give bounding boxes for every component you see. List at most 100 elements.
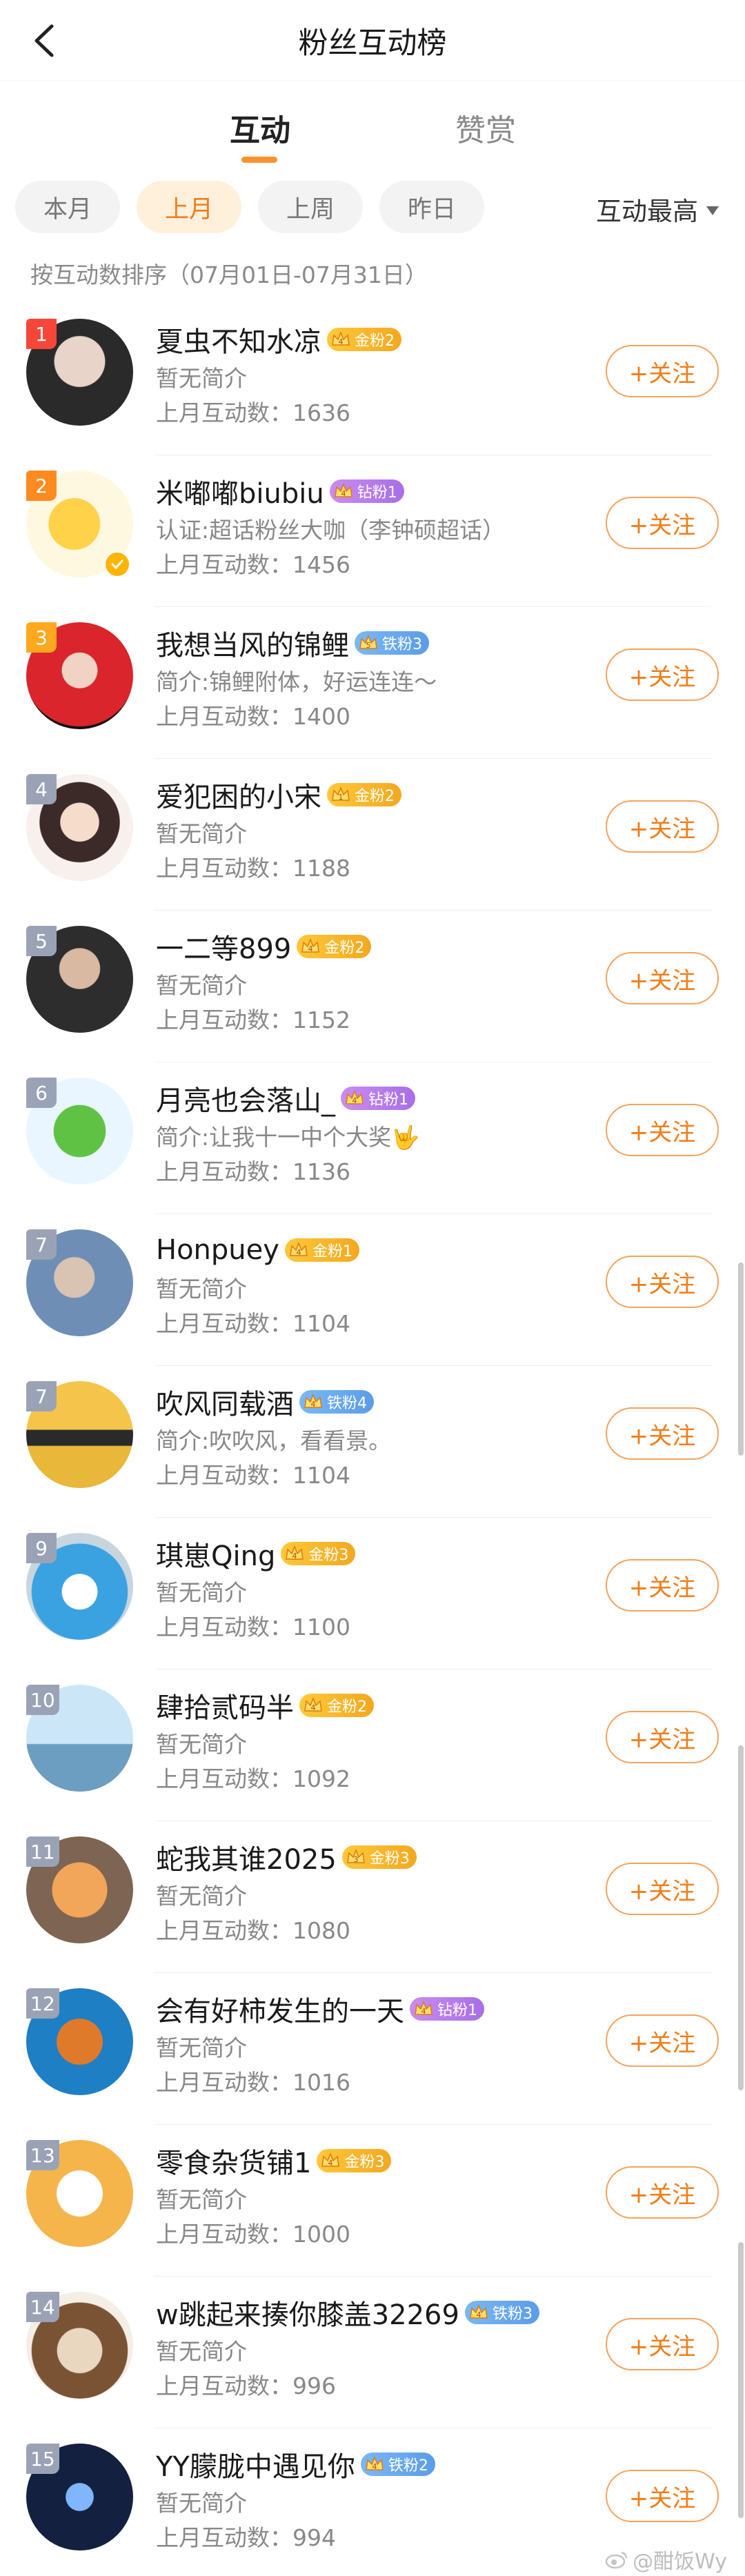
fan-badge-label: 金粉2	[355, 788, 395, 805]
user-name[interactable]: w跳起来揍你膝盖32269	[156, 2292, 459, 2332]
user-intro: 暂无简介	[156, 820, 247, 847]
list-item[interactable]: 13 零食杂货铺1 4 金粉3 暂无简介 上月互动数：1000 +关注	[0, 2125, 745, 2277]
fan-badge-label: 铁粉2	[388, 2457, 428, 2475]
follow-button[interactable]: +关注	[606, 648, 719, 701]
follow-button[interactable]: +关注	[606, 1256, 719, 1308]
user-info: 爱犯困的小宋 1 金粉2 暂无简介 上月互动数：1188	[156, 774, 597, 886]
user-info: w跳起来揍你膝盖32269 4 铁粉3 暂无简介 上月互动数：996	[156, 2292, 597, 2404]
rank-badge: 10	[26, 1685, 59, 1715]
interaction-count: 上月互动数：1104	[156, 1310, 350, 1337]
follow-button[interactable]: +关注	[606, 1104, 719, 1156]
user-name[interactable]: 米嘟嘟biubiu	[156, 471, 324, 511]
list-item[interactable]: 7 Honpuey 4 金粉1 暂无简介 上月互动数：1104 +关注	[0, 1214, 745, 1366]
follow-button[interactable]: +关注	[606, 2318, 719, 2370]
svg-text:4: 4	[339, 337, 344, 346]
list-item[interactable]: 11 蛇我其谁2025 3 金粉3 暂无简介 上月互动数：1080 +关注	[0, 1821, 745, 1973]
follow-button[interactable]: +关注	[606, 800, 719, 853]
name-line: 吹风同载酒 4 铁粉4	[156, 1381, 597, 1423]
follow-button[interactable]: +关注	[606, 1863, 719, 1915]
name-line: 会有好柿发生的一天 4 钻粉1	[156, 1988, 597, 2030]
top-bar: 粉丝互动榜	[0, 0, 745, 81]
follow-button[interactable]: +关注	[606, 2470, 719, 2522]
follow-button[interactable]: +关注	[606, 2166, 719, 2219]
filter-last-week[interactable]: 上周	[258, 181, 363, 233]
follow-button[interactable]: +关注	[606, 1559, 719, 1612]
list-item[interactable]: 10 肆拾贰码半 4 金粉2 暂无简介 上月互动数：1092 +关注	[0, 1670, 745, 1821]
user-info: 米嘟嘟biubiu 4 钻粉1 认证:超话粉丝大咖（李钟硕超话） 上月互动数：1…	[156, 470, 597, 582]
user-intro: 暂无简介	[156, 2186, 247, 2213]
fan-badge-label: 铁粉3	[492, 2306, 533, 2323]
list-item[interactable]: 3 我想当风的锦鲤 5 铁粉3 简介:锦鲤附体，好运连连～ 上月互动数：1400…	[0, 607, 745, 759]
follow-button[interactable]: +关注	[606, 497, 719, 549]
user-name[interactable]: Honpuey	[156, 1234, 279, 1266]
user-name[interactable]: 肆拾贰码半	[156, 1685, 294, 1725]
sort-dropdown[interactable]: 互动最高	[596, 190, 719, 228]
rank-badge: 6	[26, 1078, 57, 1108]
list-item[interactable]: 6 月亮也会落山_ 4 钻粉1 简介:让我十一中个大奖🤟 上月互动数：1136 …	[0, 1062, 745, 1214]
list-item[interactable]: 14 w跳起来揍你膝盖32269 4 铁粉3 暂无简介 上月互动数：996 +关…	[0, 2277, 745, 2428]
list-item[interactable]: 2 米嘟嘟biubiu 4 钻粉1 认证:超话粉丝大咖（李钟硕超话） 上月互动数…	[0, 455, 745, 607]
interaction-count: 上月互动数：1092	[156, 1765, 350, 1792]
crown-icon: 4	[415, 2000, 433, 2016]
user-info: 琪崽Qing 4 金粉3 暂无简介 上月互动数：1100	[156, 1533, 597, 1645]
user-info: 月亮也会落山_ 4 钻粉1 简介:让我十一中个大奖🤟 上月互动数：1136	[156, 1078, 597, 1189]
user-name[interactable]: 吹风同载酒	[156, 1382, 294, 1422]
fan-badge-label: 铁粉4	[327, 1395, 367, 1412]
name-line: 米嘟嘟biubiu 4 钻粉1	[156, 470, 597, 512]
fan-badge: 3 金粉3	[341, 1845, 417, 1869]
filter-this-month[interactable]: 本月	[15, 181, 120, 233]
rank-badge: 14	[26, 2292, 59, 2322]
filter-yesterday[interactable]: 昨日	[379, 181, 484, 233]
follow-button[interactable]: +关注	[606, 1407, 719, 1460]
scrollbar[interactable]	[738, 1262, 744, 1456]
fan-badge: 4 金粉2	[299, 1694, 374, 1717]
follow-button[interactable]: +关注	[606, 345, 719, 397]
fan-badge: 4 金粉3	[281, 1542, 356, 1565]
user-name[interactable]: 月亮也会落山_	[156, 1078, 335, 1118]
name-line: 肆拾贰码半 4 金粉2	[156, 1685, 597, 1726]
back-button[interactable]	[21, 17, 69, 65]
fan-badge: 5 铁粉3	[355, 631, 429, 655]
follow-button[interactable]: +关注	[606, 2014, 719, 2067]
fan-ranking-list: 1 夏虫不知水凉 4 金粉2 暂无简介 上月互动数：1636 +关注 2 米嘟嘟…	[0, 304, 745, 2576]
user-intro: 简介:锦鲤附体，好运连连～	[156, 668, 437, 695]
list-item[interactable]: 9 琪崽Qing 4 金粉3 暂无简介 上月互动数：1100 +关注	[0, 1518, 745, 1670]
name-line: 夏虫不知水凉 4 金粉2	[156, 319, 597, 360]
interaction-count: 上月互动数：1136	[156, 1158, 350, 1185]
fan-badge: 4 铁粉4	[299, 1390, 374, 1414]
fan-badge: 4 金粉2	[297, 935, 372, 958]
follow-button[interactable]: +关注	[606, 1711, 719, 1763]
list-item[interactable]: 4 爱犯困的小宋 1 金粉2 暂无简介 上月互动数：1188 +关注	[0, 759, 745, 911]
user-name[interactable]: 蛇我其谁2025	[156, 1837, 337, 1877]
interaction-count: 上月互动数：996	[156, 2372, 336, 2399]
follow-button[interactable]: +关注	[606, 952, 719, 1004]
crown-icon: 5	[359, 634, 377, 650]
name-line: 蛇我其谁2025 3 金粉3	[156, 1836, 597, 1878]
tab-appreciation[interactable]: 赞赏	[455, 106, 516, 150]
user-name[interactable]: 零食杂货铺1	[156, 2141, 311, 2181]
user-name[interactable]: YY朦胧中遇见你	[156, 2444, 355, 2484]
user-name[interactable]: 一二等899	[156, 927, 291, 967]
user-intro: 简介:吹吹风，看看景。	[156, 1427, 392, 1454]
user-info: Honpuey 4 金粉1 暂无简介 上月互动数：1104	[156, 1229, 597, 1341]
user-info: 零食杂货铺1 4 金粉3 暂无简介 上月互动数：1000	[156, 2140, 597, 2252]
user-name[interactable]: 爱犯困的小宋	[156, 775, 321, 815]
user-name[interactable]: 我想当风的锦鲤	[156, 623, 349, 663]
tab-interaction[interactable]: 互动	[230, 106, 290, 150]
svg-text:4: 4	[292, 1552, 297, 1561]
list-item[interactable]: 12 会有好柿发生的一天 4 钻粉1 暂无简介 上月互动数：1016 +关注	[0, 1973, 745, 2125]
user-name[interactable]: 会有好柿发生的一天	[156, 1989, 404, 2029]
filter-last-month[interactable]: 上月	[137, 181, 241, 233]
user-name[interactable]: 琪崽Qing	[156, 1534, 275, 1574]
svg-text:3: 3	[353, 1855, 358, 1864]
fan-badge: 4 铁粉3	[464, 2301, 539, 2324]
watermark-text: @酣饭Wy	[633, 2550, 727, 2574]
list-item[interactable]: 5 一二等899 4 金粉2 暂无简介 上月互动数：1152 +关注	[0, 911, 745, 1062]
list-item[interactable]: 1 夏虫不知水凉 4 金粉2 暂无简介 上月互动数：1636 +关注	[0, 304, 745, 455]
scrollbar-track	[738, 1745, 744, 2090]
svg-text:4: 4	[372, 2462, 377, 2471]
list-item[interactable]: 7 吹风同载酒 4 铁粉4 简介:吹吹风，看看景。 上月互动数：1104 +关注	[0, 1366, 745, 1518]
crown-icon: 4	[332, 330, 350, 346]
user-name[interactable]: 夏虫不知水凉	[156, 319, 321, 359]
period-filter-bar: 本月 上月 上周 昨日 互动最高	[0, 181, 745, 236]
